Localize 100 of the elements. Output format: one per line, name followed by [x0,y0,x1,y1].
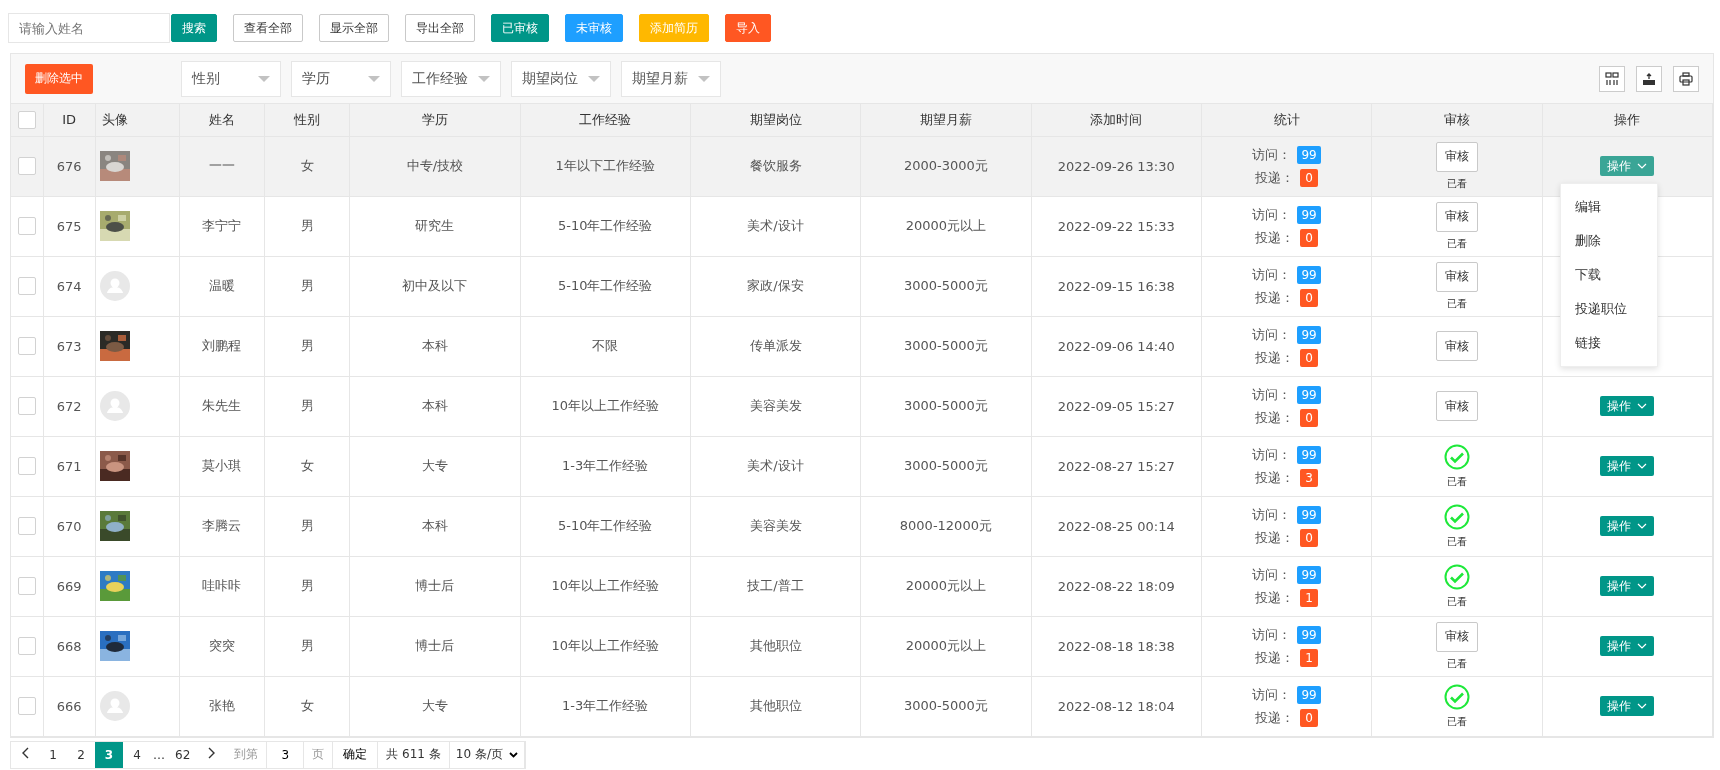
filter-select[interactable]: 期望月薪 [621,60,721,97]
menu-item[interactable]: 编辑 [1560,190,1657,224]
table-cell: 莫小琪 [202,458,242,473]
table-cell: 2022-09-05 15:27 [1057,398,1175,414]
table-cell: 中专/技校 [406,158,464,173]
table-cell: 李宁宁 [202,218,242,233]
deliveries-count: 0 [1300,528,1319,547]
review-button[interactable]: 审核 [1435,391,1478,421]
toolbar-button[interactable]: 导出全部 [405,14,475,42]
toolbar-button[interactable]: 搜索 [171,14,217,42]
row-checkbox[interactable] [17,637,36,655]
visits-label: 访问： [1252,505,1292,524]
deliveries-count: 1 [1300,588,1319,607]
page-input[interactable]: 3 [266,741,305,768]
table-cell: 676 [56,158,82,174]
action-dropdown-button[interactable]: 操作 [1600,576,1655,596]
row-checkbox[interactable] [17,517,36,535]
table-cell: 男 [300,338,314,353]
table-cell: 研究生 [415,218,455,233]
column-header: 操作 [1542,104,1713,136]
action-dropdown-button[interactable]: 操作 [1600,456,1655,476]
confirm-button[interactable]: 确定 [332,741,379,768]
filter-select[interactable]: 性别 [181,60,281,97]
search-field[interactable]: 请输入姓名 [8,13,170,43]
seen-label: 已看 [1446,296,1467,311]
filter-select[interactable]: 学历 [291,60,391,97]
deliveries-label: 投递： [1255,468,1295,487]
ellipsis: … [152,747,166,762]
filter-select[interactable]: 期望岗位 [511,60,611,97]
action-dropdown-button[interactable]: 操作 [1600,636,1655,656]
print-icon[interactable] [1673,65,1699,92]
action-dropdown-button[interactable]: 操作 [1600,696,1655,716]
table-cell: 668 [56,638,82,654]
visits-count: 99 [1297,505,1321,524]
columns-icon[interactable] [1599,65,1625,92]
toolbar-button[interactable]: 已审核 [491,14,549,42]
table-cell: 餐饮服务 [749,158,802,173]
chevron-down-icon [1637,163,1648,169]
menu-item[interactable]: 投递职位 [1560,292,1657,326]
row-checkbox[interactable] [17,337,36,355]
filter-select[interactable]: 工作经验 [401,60,501,97]
table-cell: 3000-5000元 [903,278,988,293]
table-cell: 女 [300,458,314,473]
export-icon[interactable] [1636,65,1662,92]
chevron-right-icon [208,747,217,759]
menu-item[interactable]: 链接 [1560,326,1657,360]
column-header: 学历 [349,104,520,136]
table-cell: 20000元以上 [905,218,987,233]
visits-label: 访问： [1252,145,1292,164]
row-checkbox[interactable] [17,277,36,295]
row-checkbox[interactable] [17,577,36,595]
menu-item[interactable]: 删除 [1560,224,1657,258]
deliveries-label: 投递： [1255,528,1295,547]
deliveries-count: 3 [1300,468,1319,487]
review-button[interactable]: 审核 [1435,621,1478,652]
review-button[interactable]: 审核 [1435,261,1478,292]
row-checkbox[interactable] [17,397,36,415]
row-checkbox[interactable] [17,217,36,235]
deliveries-count: 0 [1300,168,1319,187]
table-cell: 1年以下工作经验 [555,158,655,173]
caret-icon [698,75,710,82]
review-button[interactable]: 审核 [1435,331,1478,361]
review-button[interactable]: 审核 [1435,201,1478,232]
select-all-checkbox[interactable] [17,110,36,129]
caret-icon [258,75,270,82]
goto-label: 到第 [233,746,260,763]
table-cell: 666 [56,698,82,714]
chevron-down-icon [1637,583,1648,589]
table-cell: 1-3年工作经验 [562,458,649,473]
toolbar-button[interactable]: 查看全部 [233,14,303,42]
review-button[interactable]: 审核 [1435,141,1478,172]
table-cell: 2022-08-27 15:27 [1057,458,1175,474]
deliveries-label: 投递： [1255,228,1295,247]
toolbar-button[interactable]: 显示全部 [319,14,389,42]
column-header: 性别 [264,104,350,136]
table-cell: 5-10年工作经验 [557,218,653,233]
row-checkbox[interactable] [17,157,36,175]
deliveries-count: 0 [1300,288,1319,307]
page-size-select[interactable]: 10 条/页 [448,741,525,768]
table-cell: 技工/普工 [747,578,804,593]
table-cell: 传单派发 [749,338,802,353]
page-button[interactable]: 3 [95,741,123,768]
deliveries-label: 投递： [1255,648,1295,667]
table-cell: 美术/设计 [747,458,804,473]
menu-item[interactable]: 下载 [1560,258,1657,292]
deliveries-label: 投递： [1255,708,1295,727]
row-checkbox[interactable] [17,457,36,475]
visits-label: 访问： [1252,385,1292,404]
table-cell: 朱先生 [202,398,242,413]
seen-label: 已看 [1446,594,1467,609]
row-checkbox[interactable] [17,697,36,715]
table-cell: 2022-09-06 14:40 [1057,338,1175,354]
action-dropdown-button[interactable]: 操作 [1600,396,1655,416]
visits-count: 99 [1297,445,1321,464]
deliveries-count: 0 [1300,228,1319,247]
chevron-down-icon [1637,703,1648,709]
visits-label: 访问： [1252,205,1292,224]
table-cell: 一一 [208,158,235,173]
chevron-down-icon [1637,403,1648,409]
action-dropdown-button[interactable]: 操作 [1600,516,1655,536]
